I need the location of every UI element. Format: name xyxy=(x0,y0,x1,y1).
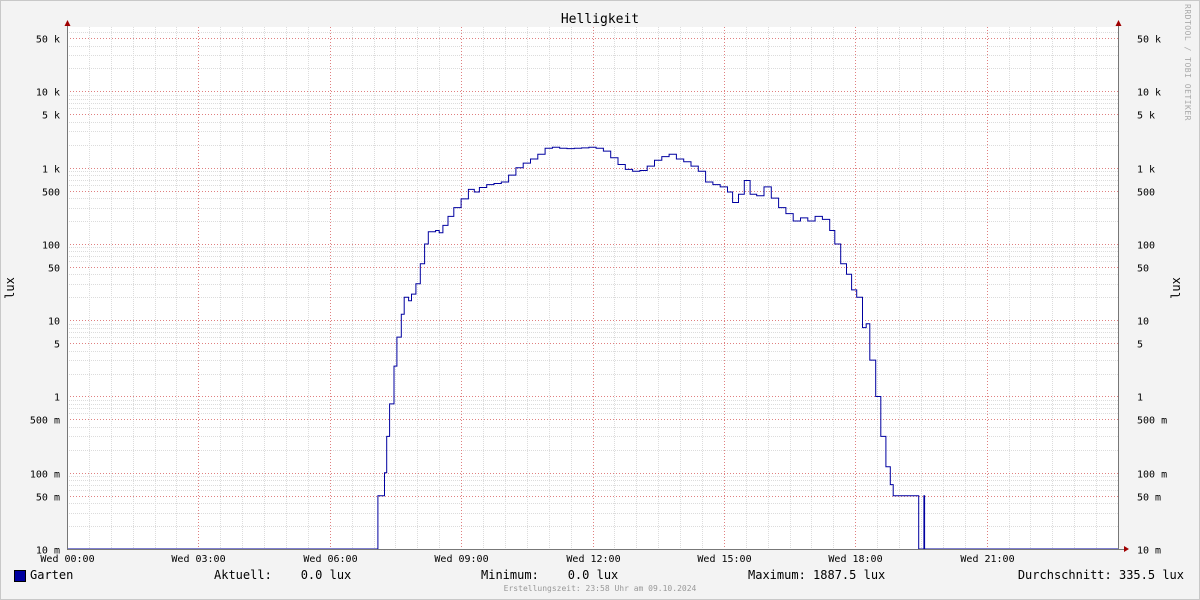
legend-minimum: Minimum: 0.0 lux xyxy=(481,568,619,582)
x-tick-label: Wed 15:00 xyxy=(697,554,751,565)
y-tick-label-right: 50 m xyxy=(1137,493,1161,504)
y-tick-label-right: 100 m xyxy=(1137,470,1167,481)
y-tick-label-left: 50 m xyxy=(36,493,60,504)
y-tick-label-right: 5 xyxy=(1137,340,1143,351)
x-tick-label: Wed 21:00 xyxy=(960,554,1014,565)
legend-average: Durchschnitt: 335.5 lux xyxy=(1017,568,1184,582)
y-tick-label-left: 1 k xyxy=(42,165,60,176)
y-tick-label-left: 50 k xyxy=(36,35,60,46)
y-tick-label-left: 500 m xyxy=(30,416,60,427)
y-tick-label-right: 500 xyxy=(1137,188,1155,199)
x-tick-label: Wed 09:00 xyxy=(434,554,488,565)
y-tick-label-right: 10 k xyxy=(1137,88,1161,99)
y-tick-label-right: 100 xyxy=(1137,241,1155,252)
x-tick-label: Wed 00:00 xyxy=(40,554,94,565)
x-tick-label: Wed 03:00 xyxy=(171,554,225,565)
y-tick-label-right: 10 m xyxy=(1137,546,1161,557)
footer-timestamp: Erstellungszeit: 23:58 Uhr am 09.10.2024 xyxy=(503,584,697,593)
legend-maximum: Maximum: 1887.5 lux xyxy=(748,568,886,582)
y-tick-label-left: 10 k xyxy=(36,88,60,99)
y-tick-label-right: 10 xyxy=(1137,317,1149,328)
y-tick-label-left: 500 xyxy=(42,188,60,199)
y-tick-label-right: 50 xyxy=(1137,264,1149,275)
y-tick-label-left: 1 xyxy=(54,393,60,404)
x-tick-label: Wed 12:00 xyxy=(566,554,620,565)
legend-current: Aktuell: 0.0 lux xyxy=(214,568,352,582)
y-tick-label-left: 5 k xyxy=(42,111,60,122)
plot-area xyxy=(67,27,1118,549)
y-tick-label-right: 500 m xyxy=(1137,416,1167,427)
y-tick-label-left: 100 xyxy=(42,241,60,252)
legend-series-name: Garten xyxy=(30,568,74,582)
chart-title: Helligkeit xyxy=(561,12,639,27)
y-axis-label-right: lux xyxy=(1169,277,1183,299)
x-tick-label: Wed 18:00 xyxy=(828,554,882,565)
x-tick-label: Wed 06:00 xyxy=(303,554,357,565)
y-axis-label-left: lux xyxy=(3,277,17,299)
y-tick-label-right: 1 k xyxy=(1137,165,1155,176)
rrdtool-watermark: RRDTOOL / TOBI OETIKER xyxy=(1183,4,1192,121)
y-tick-label-right: 50 k xyxy=(1137,35,1161,46)
y-tick-label-right: 1 xyxy=(1137,393,1143,404)
y-tick-label-left: 5 xyxy=(54,340,60,351)
y-tick-label-left: 100 m xyxy=(30,470,60,481)
y-tick-label-left: 50 xyxy=(48,264,60,275)
y-tick-label-left: 10 xyxy=(48,317,60,328)
chart: 10 m 50 m 100 m 500 m 1 5 10 50 100 500 1 k 5 k 10 k… xyxy=(0,0,1200,600)
legend: Garten Aktuell: 0.0 lux Minimum: 0.0 lux… xyxy=(0,566,1200,584)
y-tick-label-right: 5 k xyxy=(1137,111,1155,122)
